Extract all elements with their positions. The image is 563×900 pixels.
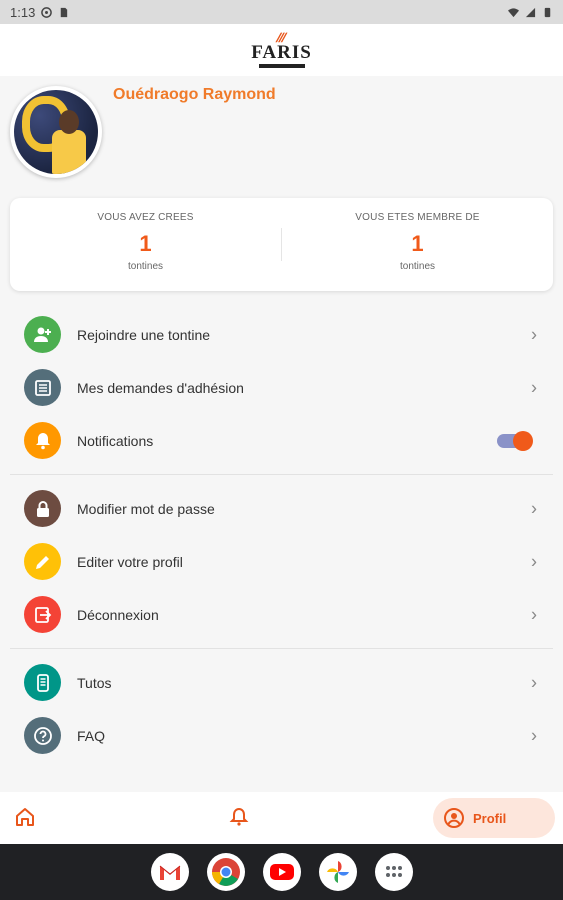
nav-profile-label: Profil: [473, 810, 507, 826]
gmail-icon[interactable]: [150, 853, 189, 891]
profile-header: Ouédraogo Raymond: [0, 76, 563, 196]
apps-icon[interactable]: [374, 853, 413, 891]
stat-created: VOUS AVEZ CREES 1 tontines: [10, 198, 281, 291]
menu-label: Déconnexion: [77, 606, 159, 623]
logout-icon: [24, 596, 61, 633]
nav-profile[interactable]: Profil: [433, 798, 555, 838]
status-time: 1:13: [10, 4, 36, 20]
help-icon: [24, 717, 61, 754]
nav-home[interactable]: [14, 806, 36, 833]
person-add-icon: [24, 316, 61, 353]
sim-status-icon: [61, 7, 68, 17]
stats-card: VOUS AVEZ CREES 1 tontines VOUS ETES MEM…: [10, 198, 553, 291]
wifi-icon: [508, 7, 519, 17]
settings-status-icon: [41, 6, 53, 18]
menu-label: Notifications: [77, 432, 154, 449]
menu-label: Mes demandes d'adhésion: [77, 379, 244, 396]
stat-member-unit: tontines: [399, 261, 436, 272]
stat-member-label: VOUS ETES MEMBRE DE: [355, 212, 480, 223]
avatar[interactable]: [10, 86, 102, 178]
chevron-right-icon: ›: [531, 604, 537, 624]
pencil-icon: [24, 543, 61, 580]
menu-notifications: Notifications: [0, 414, 563, 467]
stat-member-value: 1: [411, 231, 424, 256]
menu-join-tontine[interactable]: Rejoindre une tontine ›: [0, 308, 563, 361]
notifications-toggle[interactable]: [497, 430, 533, 451]
chevron-right-icon: ›: [531, 498, 537, 518]
divider: [10, 648, 553, 649]
menu-membership-requests[interactable]: Mes demandes d'adhésion ›: [0, 361, 563, 414]
bottom-nav: Profil: [0, 792, 563, 844]
stat-created-value: 1: [139, 231, 152, 256]
account-circle-icon: [444, 808, 464, 828]
app-logo: /// FARIS: [247, 30, 317, 70]
list-icon: [24, 369, 61, 406]
menu-faq[interactable]: FAQ ›: [0, 709, 563, 762]
youtube-icon[interactable]: [262, 853, 301, 891]
photos-icon[interactable]: [318, 853, 357, 891]
phone-icon: [24, 664, 61, 701]
menu-label: Tutos: [77, 674, 112, 691]
stat-created-label: VOUS AVEZ CREES: [97, 212, 194, 223]
chevron-right-icon: ›: [531, 551, 537, 571]
stat-member: VOUS ETES MEMBRE DE 1 tontines: [282, 198, 553, 291]
stat-created-unit: tontines: [127, 261, 164, 272]
avatar-image: [14, 90, 98, 174]
menu-tutorials[interactable]: Tutos ›: [0, 656, 563, 709]
logo-text: FARIS: [251, 42, 312, 63]
chevron-right-icon: ›: [531, 725, 537, 745]
home-icon: [16, 808, 34, 826]
menu-change-password[interactable]: Modifier mot de passe ›: [0, 482, 563, 535]
app-header: /// FARIS: [0, 24, 563, 76]
chevron-right-icon: ›: [531, 324, 537, 344]
divider: [10, 474, 553, 475]
chrome-icon[interactable]: [206, 853, 245, 891]
menu-label: Rejoindre une tontine: [77, 326, 211, 343]
status-bar: 1:13: [0, 0, 563, 24]
menu-label: FAQ: [77, 727, 106, 744]
toggle-knob: [513, 430, 533, 451]
chevron-right-icon: ›: [531, 377, 537, 397]
profile-name: Ouédraogo Raymond: [113, 86, 276, 103]
lock-icon: [24, 490, 61, 527]
menu-logout[interactable]: Déconnexion ›: [0, 588, 563, 641]
bell-icon: [229, 807, 249, 826]
menu-edit-profile[interactable]: Editer votre profil ›: [0, 535, 563, 588]
battery-icon: [544, 7, 551, 17]
logo-strip: [258, 64, 305, 68]
menu-label: Modifier mot de passe: [77, 500, 215, 517]
menu-label: Editer votre profil: [77, 553, 183, 570]
chevron-right-icon: ›: [531, 672, 537, 692]
nav-notifications[interactable]: [228, 806, 250, 833]
signal-icon: [525, 7, 536, 17]
settings-menu: Rejoindre une tontine › Mes demandes d'a…: [0, 308, 563, 762]
system-dock: [0, 844, 563, 900]
bell-icon: [24, 422, 61, 459]
